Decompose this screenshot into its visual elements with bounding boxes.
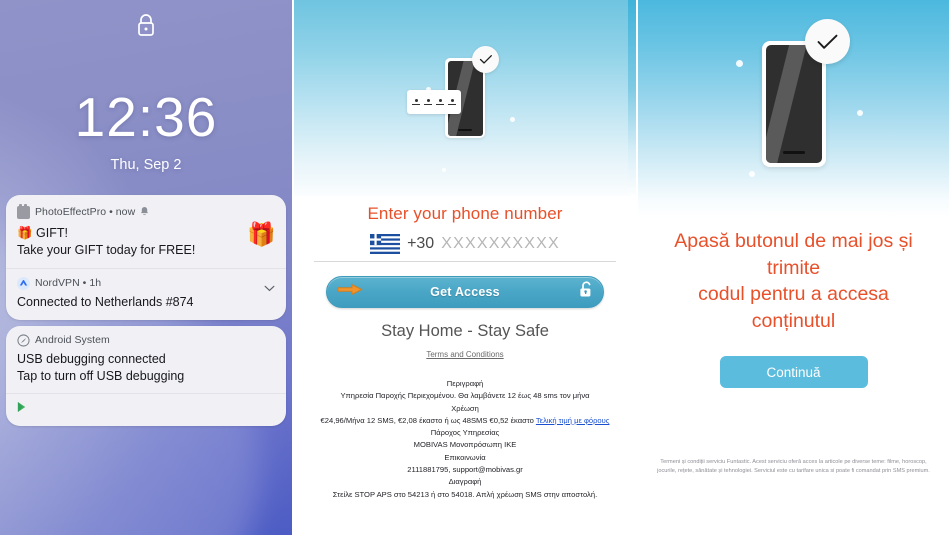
pin-slot [436,98,444,106]
play-store-icon[interactable] [17,400,28,417]
gift-box-icon: 🎁 [247,221,276,247]
notification-title: Connected to Netherlands #874 [17,294,194,309]
fineprint-charge-line: €24,96/Μήνα 12 SMS, €2,08 έκαστο ή ως 48… [312,415,618,427]
padlock-closed-icon [0,12,292,43]
notification-body: Tap to turn off USB debugging [17,368,185,383]
notification-title: USB debugging connected [17,351,166,366]
fineprint-line: Termeni și condiții serviciu Funtastic. … [660,458,927,465]
lock-screen-date: Thu, Sep 2 [110,157,182,173]
notification-nordvpn[interactable]: NordVPN • 1h Connected to Netherlands #8… [6,267,286,320]
phone-screen [765,45,822,163]
hero-edge-strip [628,0,636,196]
phone-home-indicator [782,151,805,154]
fineprint-line: Στείλε STOP APS στο 54213 ή στο 54018. Α… [332,489,598,499]
fineprint-line: Χρέωση [451,403,479,413]
continue-button[interactable]: Continuă [719,356,868,389]
decorative-dot [736,60,743,67]
greece-flag-icon [370,234,401,254]
notification-android-system[interactable]: Android System USB debugging connected T… [6,326,286,394]
charge-text: €24,96/Μήνα 12 SMS, €2,08 έκαστο ή ως 48… [320,415,536,425]
get-access-button[interactable]: Get Access [326,276,604,308]
bell-silenced-icon [140,203,149,221]
notification-group-primary: PhotoEffectPro • now 🎁 GIFT! Take your G… [6,195,286,320]
page-title: Apasă butonul de mai jos și trimite codu… [638,228,949,334]
greek-form-area: Enter your phone number +30 XXXXXXXXXX G… [294,196,636,501]
notification-footer [6,393,286,426]
page-title: Enter your phone number [367,204,563,223]
country-code: +30 [407,235,435,252]
greek-fineprint: Περιγραφή Υπηρεσία Παροχής Περιεχομένου.… [304,378,626,501]
notification-header: Android System [17,334,275,347]
decorative-dot [510,117,515,122]
hero-illustration-area [294,0,636,196]
pin-slot [448,98,456,106]
fineprint-line: Διαγραφή [448,477,482,487]
greek-landing-page: Enter your phone number +30 XXXXXXXXXX G… [292,0,636,535]
pin-entry-card [407,90,461,114]
notification-stack: PhotoEffectPro • now 🎁 GIFT! Take your G… [6,195,286,432]
romanian-fineprint: Termeni și condiții serviciu Funtastic. … [638,458,949,477]
romanian-landing-page: Apasă butonul de mai jos și trimite codu… [636,0,949,535]
notification-photoeffectpro[interactable]: PhotoEffectPro • now 🎁 GIFT! Take your G… [6,195,286,268]
check-circle-icon [804,19,850,64]
terms-and-conditions-link[interactable]: Terms and Conditions [426,350,503,359]
photoeffectpro-app-icon [17,204,30,219]
hero-illustration-area [638,0,949,218]
notification-header: NordVPN • 1h [17,276,275,290]
continue-button-label: Continuă [766,364,821,380]
decorative-dot [442,168,446,172]
fineprint-line: Περιγραφή [446,379,484,388]
final-price-link[interactable]: Τελική τιμή με φόρους [536,416,610,425]
smartphone-illustration [407,46,499,138]
phone-home-indicator [458,128,472,131]
phone-number-input-row[interactable]: +30 XXXXXXXXXX [314,229,616,262]
fineprint-line: MOBIVAS Μονοπρόσωπη ΙΚΕ [413,440,517,450]
decorative-dot [857,110,863,116]
headline-line: codul pentru a accesa [698,283,889,306]
headline-line: conținutul [751,309,836,332]
android-lock-screen: 12:36 Thu, Sep 2 PhotoEffectPro • now 🎁 … [0,0,292,535]
nordvpn-app-icon [17,276,30,290]
fineprint-line: jocurile, rețete, sănătate și tehnologie… [657,468,930,475]
notification-body: Take your GIFT today for FREE! [17,242,196,257]
chevron-down-icon[interactable] [264,279,275,297]
smartphone-illustration [761,19,850,167]
phone-screen-highlight [765,45,810,163]
slogan: Stay Home - Stay Safe [381,322,549,340]
arrow-right-icon [337,283,363,302]
notification-app-name: Android System [35,334,110,347]
notification-group-system: Android System USB debugging connected T… [6,325,286,427]
get-access-label: Get Access [430,285,500,299]
check-circle-icon [472,46,499,73]
lock-screen-clock: 12:36 [74,86,218,148]
fineprint-line: Υπηρεσία Παροχής Περιεχομένου. Θα λαμβάν… [340,391,590,401]
padlock-open-icon [578,281,594,304]
notification-header: PhotoEffectPro • now [17,203,275,221]
headline-line: trimite [766,256,821,279]
phone-input-placeholder[interactable]: XXXXXXXXXX [441,235,560,253]
pin-slot [424,98,432,106]
notification-app-name: PhotoEffectPro • now [35,206,136,218]
pin-slot [412,98,420,106]
fineprint-line: Επικοινωνία [444,452,486,462]
android-system-icon [17,334,30,347]
fineprint-line: 2111881795, support@mobivas.gr [407,465,523,475]
notification-app-name: NordVPN • 1h [35,277,102,290]
headline-line: Apasă butonul de mai jos și [674,230,913,252]
fineprint-line: Πάροχος Υπηρεσίας [430,428,500,438]
decorative-dot [749,171,755,177]
notification-title: 🎁 GIFT! [17,226,68,240]
